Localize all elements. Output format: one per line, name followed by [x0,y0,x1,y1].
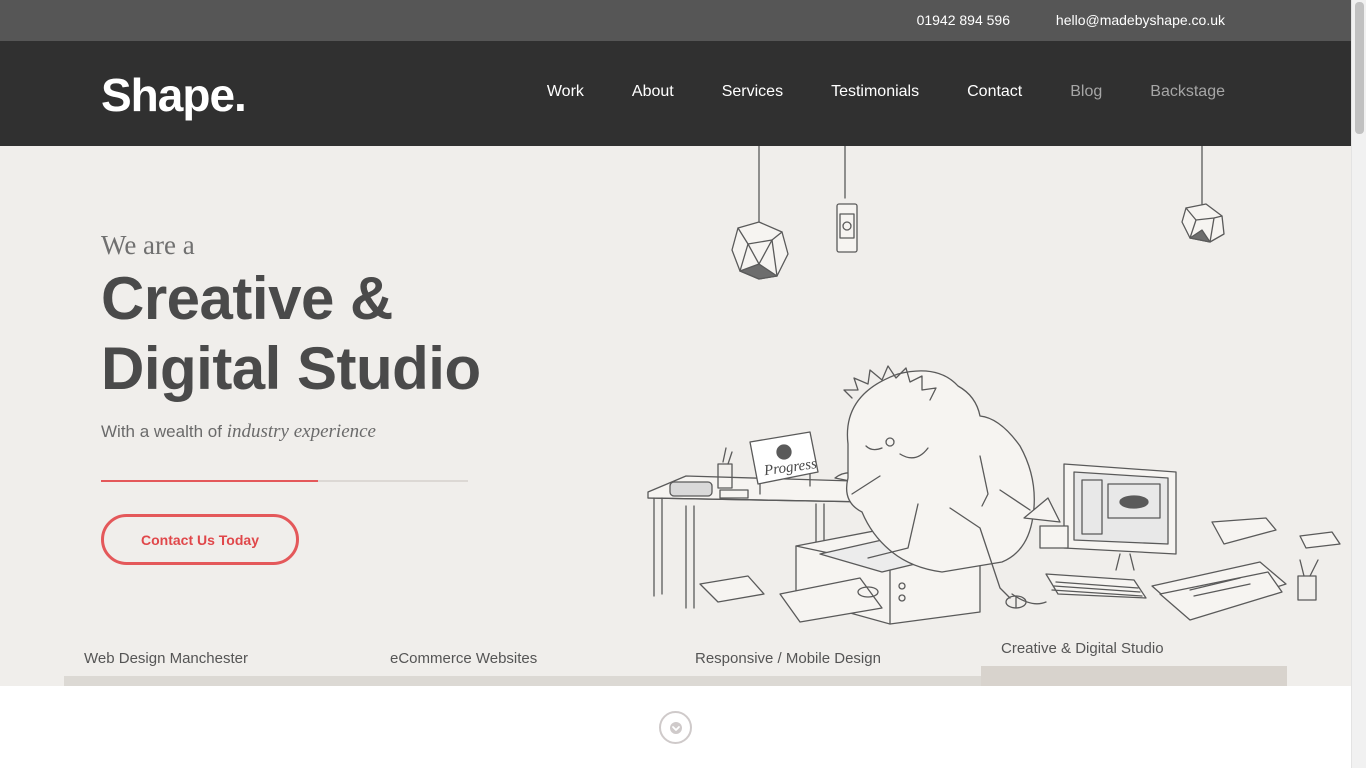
scrollbar-thumb[interactable] [1355,2,1364,134]
hero-section: We are a Creative & Digital Studio With … [0,146,1351,686]
tab-label: eCommerce Websites [390,650,538,667]
hero-subline-emphasis: industry experience [226,421,376,442]
nav-item-work[interactable]: Work [547,83,584,101]
hero-headline-line2: Digital Studio [101,335,481,402]
hero-progress-fill [101,480,318,482]
nav-item-blog[interactable]: Blog [1070,83,1102,101]
service-tabs: Web Design Manchester eCommerce Websites… [64,636,1287,686]
hero-progress-rule [101,480,468,482]
hero-subline-prefix: With a wealth of [101,422,222,441]
tab-label: Responsive / Mobile Design [695,650,881,667]
active-tab-indicator [981,666,1287,686]
hero-subline: With a wealth of industry experience [101,421,376,443]
tab-web-design-manchester[interactable]: Web Design Manchester [64,636,370,686]
nav-item-testimonials[interactable]: Testimonials [831,83,919,101]
tab-ecommerce-websites[interactable]: eCommerce Websites [370,636,676,686]
email-link[interactable]: hello@madebyshape.co.uk [1056,12,1225,28]
chevron-down-icon [669,721,682,734]
vertical-scrollbar[interactable] [1351,0,1366,768]
contact-us-button[interactable]: Contact Us Today [101,514,299,565]
tab-label: Web Design Manchester [84,650,248,667]
below-fold [0,686,1351,768]
hero-intro: We are a [101,230,195,260]
phone-number-link[interactable]: 01942 894 596 [917,12,1010,28]
main-nav: Work About Services Testimonials Contact… [499,83,1225,101]
top-contact-bar: 01942 894 596 hello@madebyshape.co.uk [0,0,1351,41]
nav-item-backstage[interactable]: Backstage [1150,83,1225,101]
nav-item-contact[interactable]: Contact [967,83,1022,101]
tab-creative-digital-studio[interactable]: Creative & Digital Studio [981,626,1287,686]
nav-item-about[interactable]: About [632,83,674,101]
hero-headline-line1: Creative & [101,265,393,332]
site-header: Shape. Work About Services Testimonials … [0,41,1351,146]
hero-headline: Creative & Digital Studio [101,264,481,404]
studio-illustration: Progress [647,146,1341,625]
scroll-down-button[interactable] [659,711,692,744]
tab-responsive-mobile-design[interactable]: Responsive / Mobile Design [675,636,981,686]
site-logo[interactable]: Shape. [101,68,247,122]
nav-item-services[interactable]: Services [722,83,783,101]
tab-label: Creative & Digital Studio [1001,640,1164,657]
